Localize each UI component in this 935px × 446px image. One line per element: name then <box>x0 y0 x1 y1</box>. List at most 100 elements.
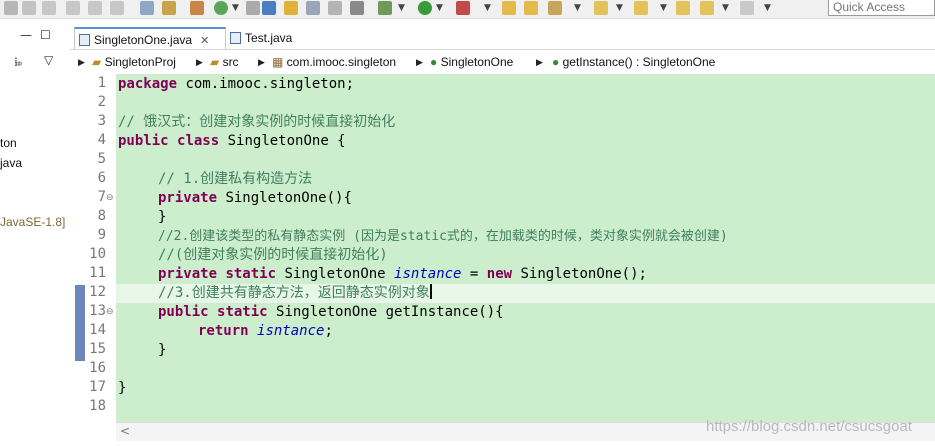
chevron-right-icon[interactable]: ▶ <box>416 52 423 72</box>
fold-toggle-icon[interactable]: ⊖ <box>106 307 114 317</box>
toolbar-icon-10[interactable] <box>214 1 228 15</box>
code-text: } <box>158 209 167 225</box>
chevron-right-icon[interactable]: ▶ <box>78 52 85 72</box>
toolbar-icon-11[interactable] <box>246 1 260 15</box>
code-line-8: } <box>158 208 166 227</box>
back-icon[interactable] <box>676 1 690 15</box>
code-line-3: // 饿汉式：创建对象实例的时候直接初始化 <box>118 113 395 132</box>
tree-item[interactable]: ton <box>0 136 17 150</box>
back-icon[interactable] <box>700 1 714 15</box>
chevron-down-icon[interactable]: ▼ <box>660 3 667 13</box>
line-number: 3 <box>97 113 106 129</box>
line-number: 1 <box>97 75 106 91</box>
folder-icon: ▰ <box>210 55 223 69</box>
line-number: 2 <box>97 94 106 110</box>
quick-access-input[interactable] <box>828 0 935 16</box>
code-text: com.imooc.singleton; <box>177 76 355 92</box>
breadcrumb-label: SingletonProj <box>104 55 176 69</box>
chevron-down-icon[interactable]: ▼ <box>232 3 239 13</box>
toolbar-icon-5[interactable] <box>88 1 102 15</box>
chevron-right-icon[interactable]: ▶ <box>196 52 203 72</box>
toolbar-icon-2[interactable] <box>22 1 36 15</box>
tree-item[interactable]: java <box>0 156 22 170</box>
toolbar-icon-6[interactable] <box>110 1 124 15</box>
tab-singletonone-java[interactable]: SingletonOne.java ✕ <box>74 27 226 49</box>
tab-label: Test.java <box>245 31 293 45</box>
breadcrumb-class[interactable]: ● SingletonOne <box>430 52 513 72</box>
chevron-right-icon[interactable]: ▶ <box>258 52 265 72</box>
keyword: new <box>486 266 513 282</box>
keyword: class <box>177 133 220 149</box>
keyword: public <box>118 133 169 149</box>
toolbar-icon-20[interactable] <box>524 1 538 15</box>
comment: //(创建对象实例的时候直接初始化) <box>158 247 388 263</box>
fold-toggle-icon[interactable]: ⊖ <box>106 193 114 203</box>
line-number: 4 <box>97 132 106 148</box>
breadcrumb-package[interactable]: ▦ com.imooc.singleton <box>272 52 396 72</box>
chevron-down-icon[interactable]: ▼ <box>398 3 405 13</box>
breadcrumb: ▶ ▰ SingletonProj ▶ ▰ src ▶ ▦ com.imooc.… <box>70 52 935 72</box>
toolbar-icon-13[interactable] <box>284 1 298 15</box>
main-toolbar: ▼ ▼ ▼ ▼ ▼ ▼ ▼ ▼ ▼ <box>0 0 935 19</box>
toolbar-icon-14[interactable] <box>306 1 320 15</box>
toolbar-icon-16[interactable] <box>350 1 364 15</box>
toolbar-icon-18[interactable] <box>456 1 470 15</box>
toolbar-icon-12[interactable] <box>262 1 276 15</box>
code-line-6: // 1.创建私有构造方法 <box>158 170 312 189</box>
toolbar-icon-9[interactable] <box>190 1 204 15</box>
chevron-down-icon[interactable]: ▼ <box>484 3 491 13</box>
tree-item-jre[interactable]: JavaSE-1.8] <box>0 215 65 229</box>
breadcrumb-src[interactable]: ▰ src <box>210 52 239 72</box>
breadcrumb-label: com.imooc.singleton <box>286 55 397 69</box>
code-line-7: private SingletonOne(){ <box>158 189 352 208</box>
toolbar-icon-19[interactable] <box>502 1 516 15</box>
keyword: private <box>158 190 218 206</box>
toolbar-icon-3[interactable] <box>42 1 56 15</box>
toolbar-icon-4[interactable] <box>66 1 80 15</box>
code-line-1: package com.imooc.singleton; <box>118 75 354 94</box>
toolbar-icon-17[interactable] <box>378 1 392 15</box>
chevron-left-icon[interactable]: < <box>120 424 130 438</box>
chevron-down-icon[interactable]: ▼ <box>436 3 443 13</box>
chevron-down-icon[interactable]: ▼ <box>616 3 623 13</box>
line-number: 16 <box>89 360 106 376</box>
code-line-13: public static SingletonOne getInstance()… <box>158 303 504 322</box>
line-number: 13 <box>89 303 106 319</box>
forward-icon[interactable] <box>740 1 754 15</box>
code-text: SingletonOne { <box>219 133 346 149</box>
keyword: static <box>217 304 268 320</box>
keyword: private <box>158 266 218 282</box>
line-number: 18 <box>89 398 106 414</box>
code-line-11: private static SingletonOne isntance = n… <box>158 265 647 284</box>
chevron-down-icon[interactable]: ▽ <box>44 53 53 67</box>
toolbar-icon-21[interactable] <box>548 1 562 15</box>
field-reference: isntance <box>394 266 462 282</box>
code-line-10: //(创建对象实例的时候直接初始化) <box>158 246 388 265</box>
toolbar-icon-22[interactable] <box>594 1 608 15</box>
breadcrumb-method[interactable]: ● getInstance() : SingletonOne <box>552 52 715 72</box>
chevron-down-icon[interactable]: ▼ <box>764 3 771 13</box>
breadcrumb-label: getInstance() : SingletonOne <box>562 55 716 69</box>
maximize-icon[interactable]: ☐ <box>40 28 51 42</box>
toolbar-icon-7[interactable] <box>140 1 154 15</box>
code-text: SingletonOne <box>276 266 395 282</box>
toolbar-icon-1[interactable] <box>4 1 18 15</box>
code-text: } <box>158 342 167 358</box>
tab-test-java[interactable]: Test.java <box>226 27 306 49</box>
chevron-right-icon[interactable]: ▶ <box>536 52 543 72</box>
close-icon[interactable]: ✕ <box>200 35 209 47</box>
toolbar-icon-23[interactable] <box>634 1 648 15</box>
package-icon: ▦ <box>272 55 287 69</box>
run-icon[interactable] <box>418 1 432 15</box>
java-file-icon <box>79 34 90 46</box>
toolbar-icon-15[interactable] <box>328 1 342 15</box>
field-reference: isntance <box>257 323 325 339</box>
chevron-down-icon[interactable]: ▼ <box>574 3 581 13</box>
minimize-icon[interactable]: — <box>20 28 32 42</box>
toolbar-icon-8[interactable] <box>162 1 176 15</box>
link-icon[interactable]: ⚭ <box>14 57 24 71</box>
method-icon: ● <box>552 55 563 69</box>
chevron-down-icon[interactable]: ▼ <box>722 3 729 13</box>
breadcrumb-project[interactable]: ▰ SingletonProj <box>92 52 176 72</box>
keyword: public <box>158 304 209 320</box>
